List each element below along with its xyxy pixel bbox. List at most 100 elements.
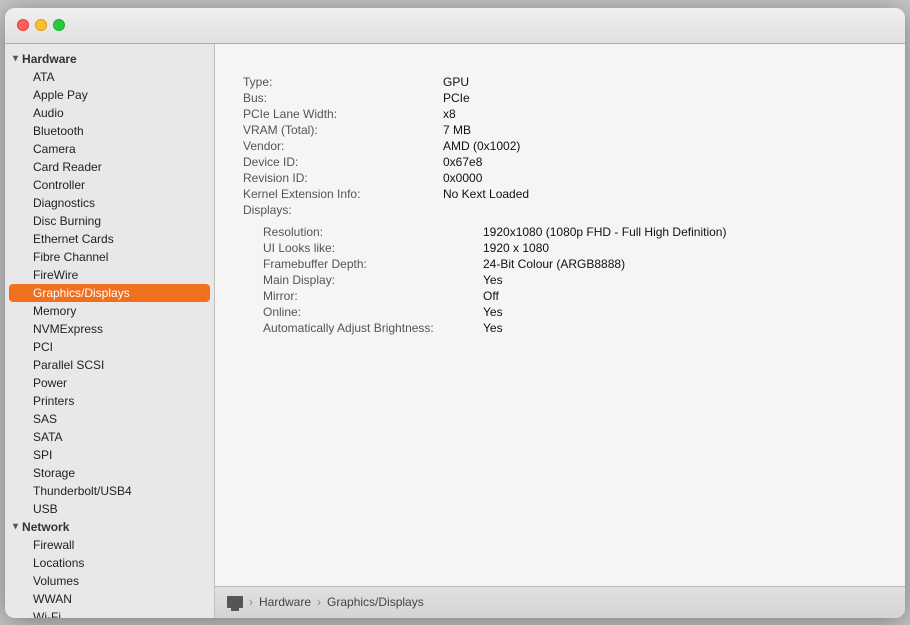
field-label: Kernel Extension Info: <box>239 186 439 202</box>
field-value: Yes <box>479 304 881 320</box>
field-value: 1920x1080 (1080p FHD - Full High Definit… <box>479 224 881 240</box>
sidebar-item-nvmexpress[interactable]: NVMExpress <box>5 320 214 338</box>
traffic-lights <box>17 19 65 31</box>
field-value: PCIe <box>439 90 881 106</box>
sidebar-item-controller[interactable]: Controller <box>5 176 214 194</box>
table-row: Mirror:Off <box>259 288 881 304</box>
sidebar-item-ethernet-cards[interactable]: Ethernet Cards <box>5 230 214 248</box>
main-info-table: Type:GPUBus:PCIePCIe Lane Width:x8VRAM (… <box>239 74 881 218</box>
sidebar-item-printers[interactable]: Printers <box>5 392 214 410</box>
breadcrumb-current: Graphics/Displays <box>327 595 424 609</box>
sidebar-item-wi-fi[interactable]: Wi-Fi <box>5 608 214 618</box>
field-label: Main Display: <box>259 272 479 288</box>
sidebar-group-hardware[interactable]: ▾Hardware <box>5 50 214 68</box>
sidebar-group-network[interactable]: ▾Network <box>5 518 214 536</box>
field-label: Online: <box>259 304 479 320</box>
breadcrumb-sep2: › <box>317 595 321 609</box>
table-row: Device ID:0x67e8 <box>239 154 881 170</box>
field-value <box>439 202 881 218</box>
sidebar-item-card-reader[interactable]: Card Reader <box>5 158 214 176</box>
table-row: Main Display:Yes <box>259 272 881 288</box>
field-value: x8 <box>439 106 881 122</box>
table-row: Bus:PCIe <box>239 90 881 106</box>
field-label: Automatically Adjust Brightness: <box>259 320 479 336</box>
field-value: AMD (0x1002) <box>439 138 881 154</box>
sidebar: ▾HardwareATAApple PayAudioBluetoothCamer… <box>5 44 215 618</box>
statusbar: › Hardware › Graphics/Displays <box>215 586 905 618</box>
main-content: Type:GPUBus:PCIePCIe Lane Width:x8VRAM (… <box>215 44 905 586</box>
sidebar-item-wwan[interactable]: WWAN <box>5 590 214 608</box>
arrow-icon: ▾ <box>13 521 18 532</box>
field-value: No Kext Loaded <box>439 186 881 202</box>
sidebar-item-apple-pay[interactable]: Apple Pay <box>5 86 214 104</box>
sub-section: Resolution:1920x1080 (1080p FHD - Full H… <box>259 224 881 336</box>
field-label: Resolution: <box>259 224 479 240</box>
sidebar-item-parallel-scsi[interactable]: Parallel SCSI <box>5 356 214 374</box>
field-value: Off <box>479 288 881 304</box>
table-row: Framebuffer Depth:24-Bit Colour (ARGB888… <box>259 256 881 272</box>
field-value: 0x0000 <box>439 170 881 186</box>
sidebar-item-spi[interactable]: SPI <box>5 446 214 464</box>
sidebar-item-pci[interactable]: PCI <box>5 338 214 356</box>
main-window: ▾HardwareATAApple PayAudioBluetoothCamer… <box>5 8 905 618</box>
table-row: PCIe Lane Width:x8 <box>239 106 881 122</box>
arrow-icon: ▾ <box>13 53 18 64</box>
table-row: UI Looks like:1920 x 1080 <box>259 240 881 256</box>
sidebar-item-locations[interactable]: Locations <box>5 554 214 572</box>
field-value: 7 MB <box>439 122 881 138</box>
field-value: 1920 x 1080 <box>479 240 881 256</box>
field-value: Yes <box>479 320 881 336</box>
field-label: PCIe Lane Width: <box>239 106 439 122</box>
table-row: Revision ID:0x0000 <box>239 170 881 186</box>
monitor-icon <box>227 596 243 608</box>
field-value: 0x67e8 <box>439 154 881 170</box>
content-area: ▾HardwareATAApple PayAudioBluetoothCamer… <box>5 44 905 618</box>
sidebar-item-sata[interactable]: SATA <box>5 428 214 446</box>
table-row: Kernel Extension Info:No Kext Loaded <box>239 186 881 202</box>
table-row: Type:GPU <box>239 74 881 90</box>
field-label: Device ID: <box>239 154 439 170</box>
sidebar-item-graphics-displays[interactable]: Graphics/Displays <box>9 284 210 302</box>
table-row: Online:Yes <box>259 304 881 320</box>
sidebar-item-sas[interactable]: SAS <box>5 410 214 428</box>
field-label: UI Looks like: <box>259 240 479 256</box>
sidebar-item-disc-burning[interactable]: Disc Burning <box>5 212 214 230</box>
sidebar-item-power[interactable]: Power <box>5 374 214 392</box>
field-label: Bus: <box>239 90 439 106</box>
sidebar-item-audio[interactable]: Audio <box>5 104 214 122</box>
table-row: Automatically Adjust Brightness:Yes <box>259 320 881 336</box>
close-button[interactable] <box>17 19 29 31</box>
sidebar-item-firewire[interactable]: FireWire <box>5 266 214 284</box>
field-label: Revision ID: <box>239 170 439 186</box>
sidebar-item-thunderbolt-usb4[interactable]: Thunderbolt/USB4 <box>5 482 214 500</box>
sidebar-item-memory[interactable]: Memory <box>5 302 214 320</box>
table-row: Vendor:AMD (0x1002) <box>239 138 881 154</box>
table-row: VRAM (Total):7 MB <box>239 122 881 138</box>
field-label: Displays: <box>239 202 439 218</box>
sidebar-item-camera[interactable]: Camera <box>5 140 214 158</box>
breadcrumb-sep1: › <box>249 595 253 609</box>
field-label: Vendor: <box>239 138 439 154</box>
sidebar-item-fibre-channel[interactable]: Fibre Channel <box>5 248 214 266</box>
titlebar <box>5 8 905 44</box>
minimize-button[interactable] <box>35 19 47 31</box>
field-value: 24-Bit Colour (ARGB8888) <box>479 256 881 272</box>
sidebar-item-firewall[interactable]: Firewall <box>5 536 214 554</box>
field-label: Mirror: <box>259 288 479 304</box>
maximize-button[interactable] <box>53 19 65 31</box>
field-value: Yes <box>479 272 881 288</box>
sidebar-item-bluetooth[interactable]: Bluetooth <box>5 122 214 140</box>
sidebar-item-diagnostics[interactable]: Diagnostics <box>5 194 214 212</box>
sidebar-item-usb[interactable]: USB <box>5 500 214 518</box>
field-label: Framebuffer Depth: <box>259 256 479 272</box>
field-label: VRAM (Total): <box>239 122 439 138</box>
sidebar-item-ata[interactable]: ATA <box>5 68 214 86</box>
field-label: Type: <box>239 74 439 90</box>
field-value: GPU <box>439 74 881 90</box>
sidebar-item-storage[interactable]: Storage <box>5 464 214 482</box>
main-panel: Type:GPUBus:PCIePCIe Lane Width:x8VRAM (… <box>215 44 905 618</box>
sidebar-item-volumes[interactable]: Volumes <box>5 572 214 590</box>
sub-info-table: Resolution:1920x1080 (1080p FHD - Full H… <box>259 224 881 336</box>
breadcrumb-hardware: Hardware <box>259 595 311 609</box>
table-row: Resolution:1920x1080 (1080p FHD - Full H… <box>259 224 881 240</box>
